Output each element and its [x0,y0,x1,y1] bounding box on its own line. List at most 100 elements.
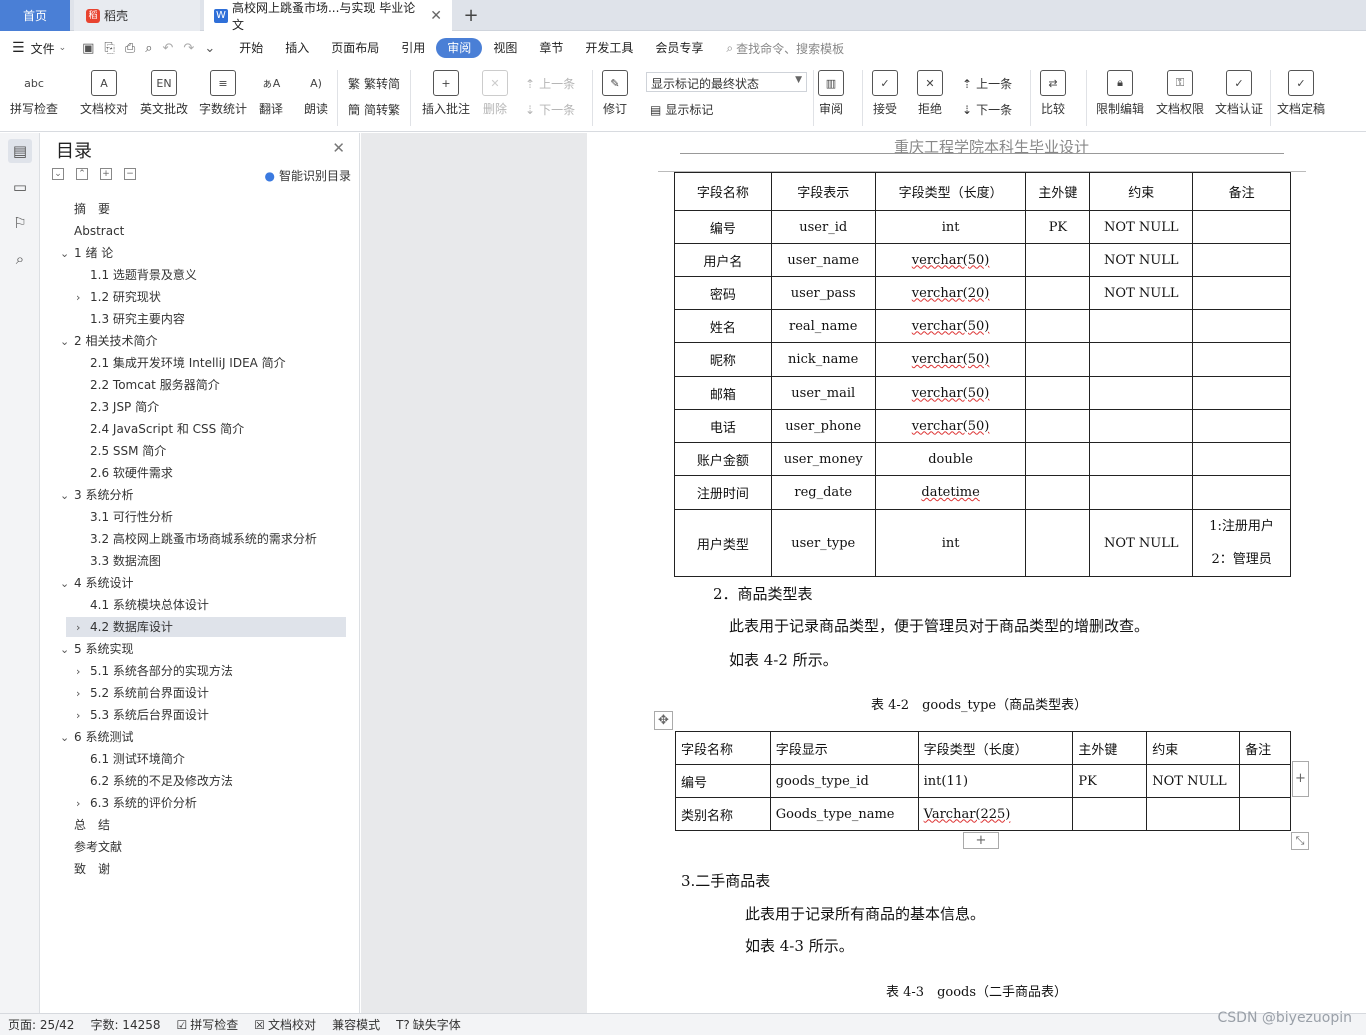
spell-check-button[interactable]: abc 拼写检查 [10,70,58,117]
toc-item[interactable]: 4.1 系统模块总体设计 [90,595,209,615]
toc-item[interactable]: 2.4 JavaScript 和 CSS 简介 [90,419,244,439]
toc-item[interactable]: 3 系统分析 [74,485,133,505]
toc-item[interactable]: 1.3 研究主要内容 [90,309,185,329]
toc-item[interactable]: 3.1 可行性分析 [90,507,173,527]
toc-item[interactable]: 摘 要 [74,199,110,219]
restrict-edit-button[interactable]: 🔒︎ 限制编辑 [1096,70,1144,117]
print-preview-icon[interactable]: ⌕ [145,41,152,56]
toc-item[interactable]: 1 绪 论 [74,243,113,263]
review-pane-button[interactable]: ▥ 审阅 [818,70,844,117]
hamburger-icon[interactable]: ☰ [12,40,25,56]
reject-button[interactable]: ✕ 拒绝 [917,70,943,117]
accept-button[interactable]: ✓ 接受 [872,70,898,117]
command-search[interactable]: 查找命令、搜索模板 [736,40,844,57]
chevron-right-icon[interactable]: › [76,687,80,700]
remove-heading-icon[interactable]: − [124,168,136,180]
toc-item[interactable]: 2.5 SSM 简介 [90,441,166,461]
doc-certify-button[interactable]: ✓ 文档认证 [1215,70,1263,117]
prev-change-button[interactable]: ⇡ 上一条 [962,75,1012,92]
page-indicator[interactable]: 页面: 25/42 [0,1016,82,1033]
show-marks-button[interactable]: ▤ 显示标记 [650,101,713,118]
toc-item[interactable]: Abstract [74,221,124,241]
toc-item[interactable]: 4 系统设计 [74,573,133,593]
undo-icon[interactable]: ↶ [163,41,174,56]
save-icon[interactable]: ▣ [82,41,94,56]
compat-mode[interactable]: 兼容模式 [324,1016,388,1033]
toc-item[interactable]: 2.6 软硬件需求 [90,463,173,483]
print-icon[interactable]: ⎙ [125,41,135,56]
word-count-indicator[interactable]: 字数: 14258 [82,1016,168,1033]
toc-item[interactable]: 2.1 集成开发环境 IntelliJ IDEA 简介 [90,353,286,373]
chevron-down-icon[interactable]: ⌄ [60,643,69,656]
search-icon[interactable]: ⌕ [8,247,32,271]
next-comment-button[interactable]: ⇣ 下一条 [525,101,575,118]
move-table-icon[interactable]: ✥ [654,711,673,730]
toc-item[interactable]: 5 系统实现 [74,639,133,659]
toc-item[interactable]: 4.2 数据库设计 [66,617,346,637]
tab-home[interactable]: 首页 [0,0,70,31]
tab-document[interactable]: W 高校网上跳蚤市场...与实现 毕业论文 ✕ [204,0,452,32]
chevron-down-icon[interactable]: ⌄ [60,335,69,348]
chevron-down-icon[interactable]: ⌄ [60,247,69,260]
redo-icon[interactable]: ↷ [183,41,194,56]
next-change-button[interactable]: ⇣ 下一条 [962,101,1012,118]
menu-insert[interactable]: 插入 [274,38,320,58]
doc-proof-button[interactable]: A 文档校对 [80,70,128,117]
menu-layout[interactable]: 页面布局 [320,38,390,58]
insert-comment-button[interactable]: + 插入批注 [422,70,470,117]
doc-proof-status[interactable]: ☒ 文档校对 [246,1016,324,1033]
simp-to-trad-button[interactable]: 簡简转繁 [348,101,400,118]
doc-permission-button[interactable]: ⚿ 文档权限 [1156,70,1204,117]
chevron-right-icon[interactable]: › [76,797,80,810]
toc-item[interactable]: 参考文献 [74,837,122,857]
chevron-right-icon[interactable]: › [76,621,80,634]
chevron-down-icon[interactable]: ⌄ [60,489,69,502]
word-count-button[interactable]: ≡ 字数统计 [199,70,247,117]
toc-item[interactable]: 6 系统测试 [74,727,133,747]
toc-item[interactable]: 2.2 Tomcat 服务器简介 [90,375,220,395]
menu-start[interactable]: 开始 [228,38,274,58]
chevron-down-icon[interactable]: ⌄ [60,731,69,744]
toc-icon[interactable]: ▤ [8,139,32,163]
menu-devtools[interactable]: 开发工具 [574,38,644,58]
finalize-button[interactable]: ✓ 文档定稿 [1277,70,1325,117]
compare-button[interactable]: ⇄ 比较 [1040,70,1066,117]
resize-table-icon[interactable]: ⤡ [1291,832,1309,850]
toc-item[interactable]: 2.3 JSP 简介 [90,397,159,417]
track-changes-button[interactable]: ✎ 修订 [602,70,628,117]
chevron-right-icon[interactable]: › [76,665,80,678]
missing-font-status[interactable]: T? 缺失字体 [388,1016,469,1033]
spell-check-status[interactable]: ☑ 拼写检查 [169,1016,247,1033]
chevron-right-icon[interactable]: › [76,709,80,722]
chevron-down-icon[interactable]: ⌄ [60,577,69,590]
menu-chapter[interactable]: 章节 [528,38,574,58]
toc-item[interactable]: 1.2 研究现状 [90,287,161,307]
toc-item[interactable]: 6.2 系统的不足及修改方法 [90,771,233,791]
toc-item[interactable]: 2 相关技术简介 [74,331,157,351]
add-heading-icon[interactable]: + [100,168,112,180]
toc-item[interactable]: 3.2 高校网上跳蚤市场商城系统的需求分析 [90,529,317,549]
translate-button[interactable]: ぁA 翻译 [258,70,284,117]
read-aloud-button[interactable]: A) 朗读 [303,70,329,117]
file-menu[interactable]: 文件 [31,40,55,57]
menu-member[interactable]: 会员专享 [644,38,714,58]
bookmark-icon[interactable]: ⚐ [8,211,32,235]
delete-comment-button[interactable]: ✕ 删除 [482,70,508,117]
chapter-nav-icon[interactable]: ▭ [8,175,32,199]
collapse-all-icon[interactable]: ⌄ [52,168,64,180]
add-row-button[interactable]: + [963,832,999,849]
menu-reference[interactable]: 引用 [390,38,436,58]
trad-to-simp-button[interactable]: 繁繁转简 [348,75,400,92]
close-tab-icon[interactable]: ✕ [430,8,442,24]
markup-status-select[interactable]: 显示标记的最终状态 ▼ [646,72,807,92]
chevron-right-icon[interactable]: › [76,291,80,304]
menu-view[interactable]: 视图 [482,38,528,58]
expand-up-icon[interactable]: ⌃ [76,168,88,180]
toc-item[interactable]: 6.3 系统的评价分析 [90,793,197,813]
more-icon[interactable]: ⌄ [204,41,215,56]
prev-comment-button[interactable]: ⇡ 上一条 [525,75,575,92]
close-icon[interactable]: ✕ [332,139,345,157]
toc-item[interactable]: 3.3 数据流图 [90,551,161,571]
toc-item[interactable]: 致 谢 [74,859,110,879]
smart-toc-button[interactable]: ● 智能识别目录 [265,167,352,184]
